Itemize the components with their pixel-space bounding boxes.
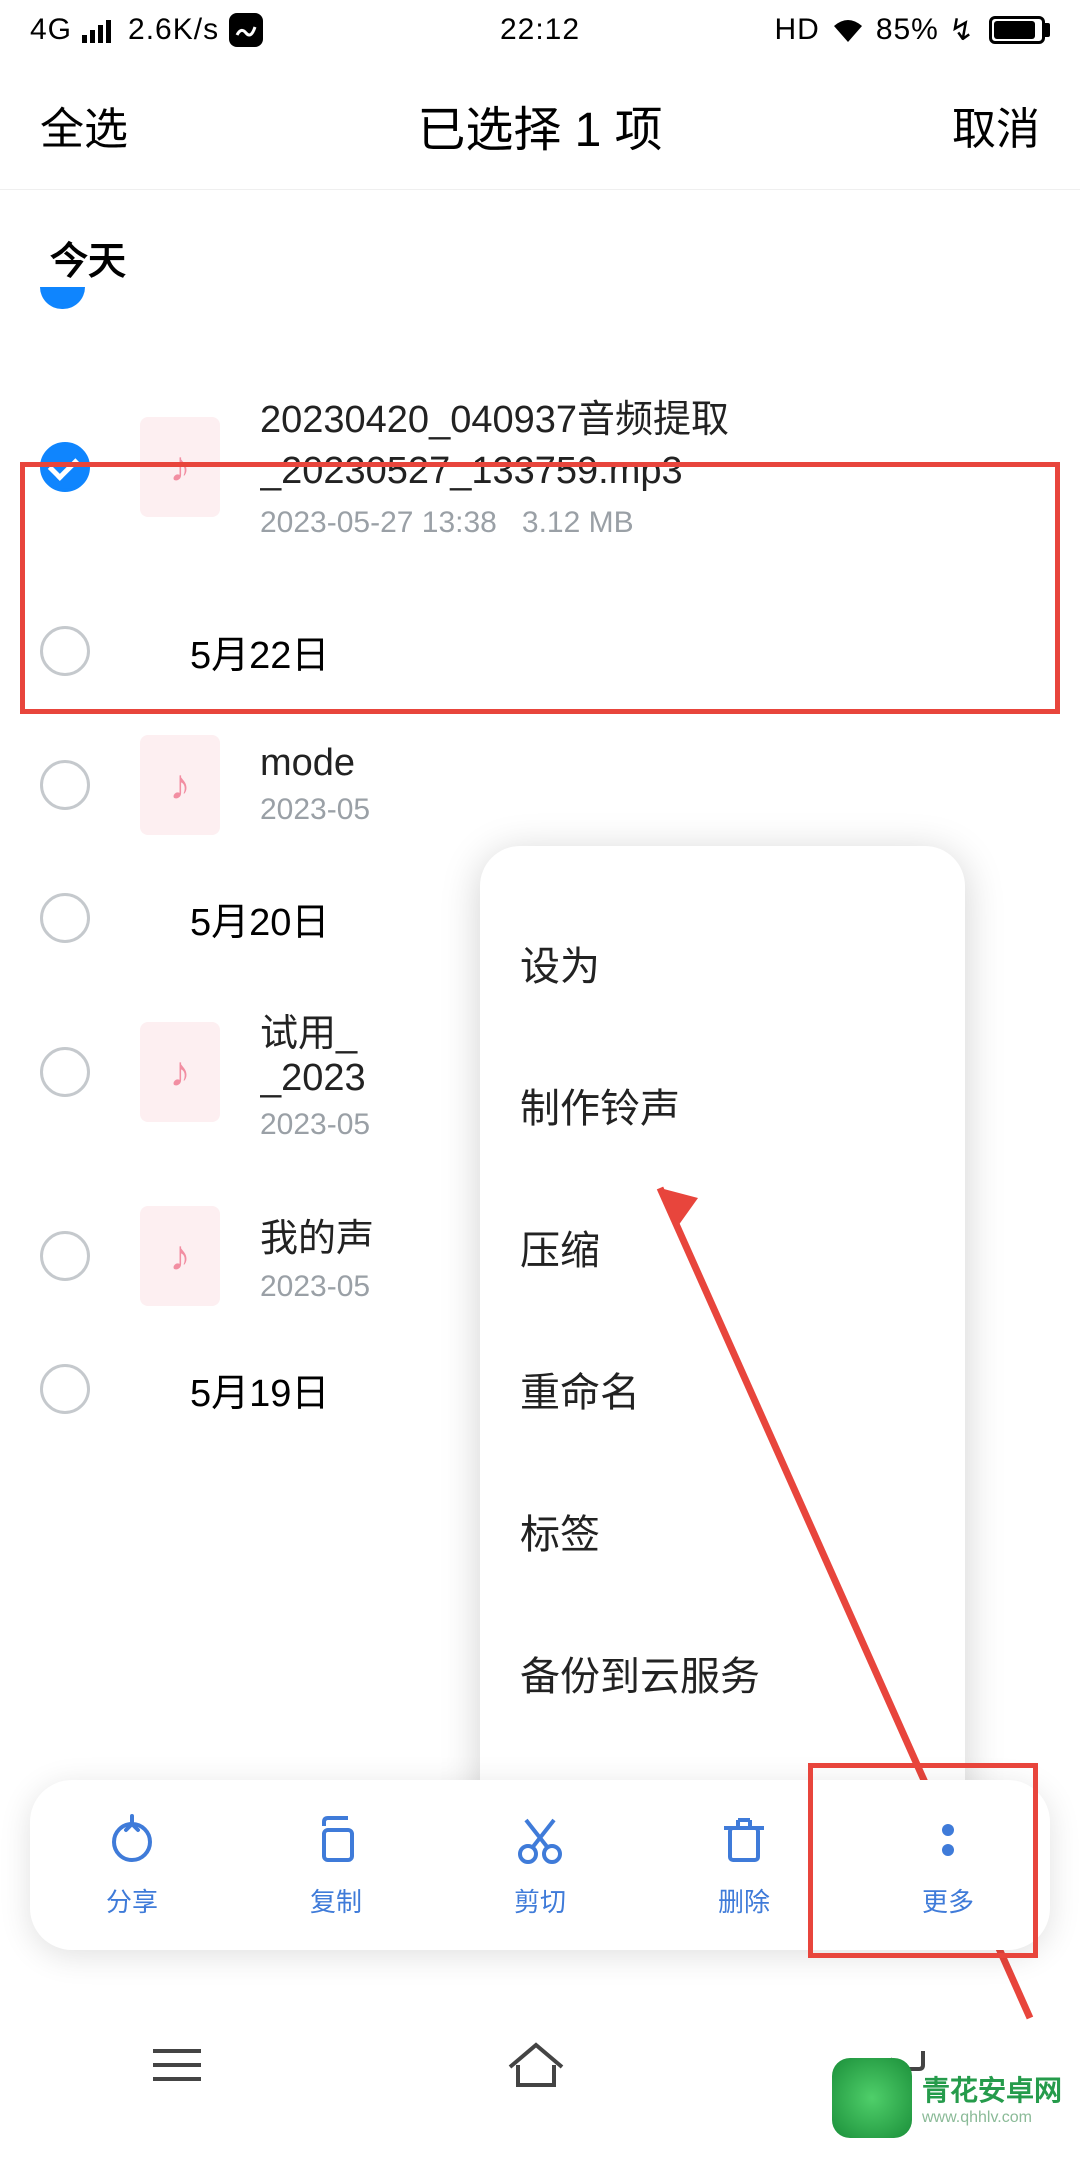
clock: 22:12 xyxy=(370,13,710,47)
wifi-icon xyxy=(830,16,866,44)
home-button[interactable] xyxy=(504,2039,568,2091)
checkbox-icon[interactable] xyxy=(40,1231,90,1281)
music-icon: ♪ xyxy=(140,735,220,835)
file-meta: 2023-05 xyxy=(260,793,1040,827)
menu-backup-cloud[interactable]: 备份到云服务 xyxy=(520,1602,925,1744)
menu-set-as[interactable]: 设为 xyxy=(520,892,925,1034)
file-row[interactable]: ♪ mode 2023-05 xyxy=(0,703,1080,867)
hd-indicator: HD xyxy=(774,13,819,47)
charge-icon: ↯ xyxy=(949,13,975,48)
app-icon xyxy=(229,13,263,47)
share-icon xyxy=(106,1812,158,1868)
menu-compress[interactable]: 压缩 xyxy=(520,1176,925,1318)
recents-button[interactable] xyxy=(149,2043,205,2087)
share-button[interactable]: 分享 xyxy=(72,1812,192,1919)
context-menu: 设为 制作铃声 压缩 重命名 标签 备份到云服务 打开方式 xyxy=(480,846,965,1852)
menu-rename[interactable]: 重命名 xyxy=(520,1318,925,1460)
network-type: 4G xyxy=(30,13,72,47)
watermark-logo-icon xyxy=(832,2058,912,2138)
signal-icon xyxy=(82,17,118,43)
watermark: 青花安卓网 www.qhhlv.com xyxy=(832,2058,1062,2138)
checkbox-icon[interactable] xyxy=(40,760,90,810)
delete-button[interactable]: 删除 xyxy=(684,1812,804,1919)
checkbox-icon[interactable] xyxy=(40,893,90,943)
data-speed: 2.6K/s xyxy=(128,13,219,47)
status-bar: 4G 2.6K/s 22:12 HD 85% ↯ xyxy=(0,0,1080,60)
select-all-button[interactable]: 全选 xyxy=(40,93,290,157)
annotation-highlight-selected xyxy=(20,462,1060,714)
cancel-button[interactable]: 取消 xyxy=(790,93,1040,157)
selection-title: 已选择 1 项 xyxy=(290,90,790,160)
checkbox-icon[interactable] xyxy=(40,1047,90,1097)
section-today: 今天 xyxy=(0,190,1080,305)
music-icon: ♪ xyxy=(140,1022,220,1122)
trash-icon xyxy=(718,1812,770,1868)
copy-button[interactable]: 复制 xyxy=(276,1812,396,1919)
file-name: mode xyxy=(260,742,1040,785)
menu-make-ringtone[interactable]: 制作铃声 xyxy=(520,1034,925,1176)
annotation-highlight-more xyxy=(808,1763,1038,1958)
copy-icon xyxy=(310,1812,362,1868)
scissors-icon xyxy=(514,1812,566,1868)
battery-icon xyxy=(985,16,1050,44)
cut-button[interactable]: 剪切 xyxy=(480,1812,600,1919)
music-icon: ♪ xyxy=(140,1206,220,1306)
selection-header: 全选 已选择 1 项 取消 xyxy=(0,60,1080,190)
partial-checkbox-icon[interactable] xyxy=(40,287,85,309)
checkbox-icon[interactable] xyxy=(40,1364,90,1414)
menu-tag[interactable]: 标签 xyxy=(520,1460,925,1602)
battery-percent: 85% xyxy=(876,13,939,47)
